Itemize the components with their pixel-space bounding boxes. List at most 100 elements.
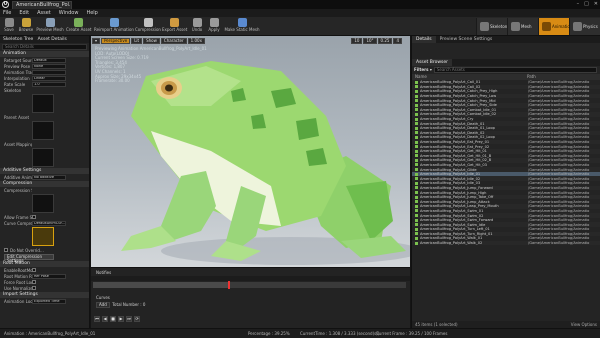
curve-compression-thumbnail[interactable] <box>32 227 54 246</box>
asset-row[interactable]: AmericanBullfrog_PolyArt_Catch_Prey_Side… <box>412 102 600 108</box>
asset-row[interactable]: AmericanBullfrog_PolyArt_Swim_Idle/Game/… <box>412 222 600 227</box>
curves-track[interactable]: Curves <box>91 295 410 301</box>
asset-row[interactable]: AmericanBullfrog_PolyArt_Leap_Prey_Mouth… <box>412 204 600 209</box>
minimize-icon[interactable]: – <box>577 1 580 7</box>
export-asset-button[interactable]: Export Asset <box>162 18 187 35</box>
stop-icon[interactable]: ■ <box>110 316 116 322</box>
asset-row[interactable]: AmericanBullfrog_PolyArt_Get_Hit_01/Game… <box>412 148 600 154</box>
preview-mesh-button[interactable]: Preview Mesh <box>36 18 64 35</box>
skip-start-icon[interactable]: ⏮ <box>94 316 100 322</box>
character-button[interactable]: Character <box>160 38 187 44</box>
undo-button[interactable]: Undo <box>189 18 205 35</box>
browse-button[interactable]: Browse <box>17 18 35 35</box>
asset-row[interactable]: AmericanBullfrog_PolyArt_Combat_Idle_01 /… <box>412 108 600 113</box>
asset-row[interactable]: AmericanBullfrog_PolyArt_Death_01_Loop/G… <box>412 126 600 131</box>
mode-mesh[interactable]: Mesh <box>507 18 538 35</box>
maximize-icon[interactable]: □ <box>584 1 589 7</box>
asset-row[interactable]: AmericanBullfrog_PolyArt_Get_Hit_01_B/Ga… <box>412 154 600 159</box>
asset-row[interactable]: AmericanBullfrog_PolyArt_Jump_High/Game/… <box>412 190 600 195</box>
create-asset-button[interactable]: Create Asset <box>66 18 92 35</box>
preview-viewport[interactable]: ▾ Perspective Lit Show Character 1.00x 1… <box>91 36 410 267</box>
tab-skeleton-tree[interactable]: Skeleton Tree <box>3 37 33 42</box>
tab-preview-scene-settings[interactable]: Preview Scene Settings <box>436 36 497 43</box>
perspective-button[interactable]: Perspective <box>101 38 131 44</box>
tab-details[interactable]: Details <box>412 36 436 43</box>
compression-thumbnail[interactable] <box>32 194 54 213</box>
asset-row[interactable]: AmericanBullfrog_PolyArt_Get_Hit_03/Game… <box>412 163 600 168</box>
enable-root-motion-checkbox[interactable] <box>32 268 36 272</box>
asset-row[interactable]: AmericanBullfrog_PolyArt_Walk_02/Game/Am… <box>412 240 600 246</box>
mode-physics[interactable]: Physics <box>569 18 600 35</box>
skip-end-icon[interactable]: ⏭ <box>126 316 132 322</box>
asset-row[interactable]: AmericanBullfrog_PolyArt_Idle_03/Game/Am… <box>412 181 600 186</box>
mode-skeleton[interactable]: Skeleton <box>476 18 507 35</box>
camera-speed-button[interactable]: 4 <box>393 38 402 44</box>
loop-icon[interactable]: ⟳ <box>134 316 140 322</box>
asset-mapping-thumbnail[interactable] <box>32 148 54 167</box>
grid-snap-button[interactable]: 10 <box>351 38 363 44</box>
tab-asset-details[interactable]: Asset Details <box>38 37 67 42</box>
asset-row[interactable]: AmericanBullfrog_PolyArt_Swim_02/Game/Am… <box>412 213 600 218</box>
asset-row[interactable]: AmericanBullfrog_PolyArt_Catch_Prey_Low /… <box>412 93 600 99</box>
compression-button[interactable]: Compression <box>135 18 161 35</box>
asset-row[interactable]: AmericanBullfrog_PolyArt_Eat_Prey_02/Gam… <box>412 144 600 149</box>
tab-asset-browser[interactable]: Asset Browser <box>412 59 452 66</box>
asset-row[interactable]: AmericanBullfrog_PolyArt_Glide/Game/Amer… <box>412 167 600 172</box>
play-icon[interactable]: ▶ <box>118 316 124 322</box>
asset-row[interactable]: AmericanBullfrog_PolyArt_Call_02/Game/Am… <box>412 84 600 90</box>
asset-row[interactable]: AmericanBullfrog_PolyArt_Turn_Left_01/Ga… <box>412 227 600 232</box>
skeleton-thumbnail[interactable] <box>32 94 54 113</box>
menu-file[interactable]: File <box>3 10 11 16</box>
force-root-lock-checkbox[interactable] <box>32 280 36 284</box>
asset-row[interactable]: AmericanBullfrog_PolyArt_Jump_Attack/Gam… <box>412 199 600 204</box>
asset-search-input[interactable]: Search Assets <box>433 67 597 73</box>
asset-row[interactable]: AmericanBullfrog_PolyArt_Death_02_Loop/G… <box>412 135 600 140</box>
asset-row[interactable]: AmericanBullfrog_PolyArt_Call_01/Game/Am… <box>412 80 600 85</box>
asset-row[interactable]: AmericanBullfrog_PolyArt_Death_02/Game/A… <box>412 130 600 136</box>
menu-help[interactable]: Help <box>86 10 97 16</box>
mode-animation[interactable]: Animation <box>538 18 572 35</box>
timeline-scrub-bar[interactable] <box>93 281 406 289</box>
do-not-override-checkbox[interactable] <box>4 248 8 252</box>
asset-row[interactable]: AmericanBullfrog_PolyArt_Cry/Game/Americ… <box>412 117 600 122</box>
asset-row[interactable]: AmericanBullfrog_PolyArt_Death_01/Game/A… <box>412 121 600 126</box>
use-normalized-checkbox[interactable] <box>32 286 36 290</box>
asset-row[interactable]: AmericanBullfrog_PolyArt_Catch_Prey_High… <box>412 89 600 94</box>
lit-button[interactable]: Lit <box>131 38 143 44</box>
menu-window[interactable]: Window <box>59 10 79 16</box>
viewport-options-button[interactable]: ▾ <box>92 38 101 44</box>
asset-row[interactable]: AmericanBullfrog_PolyArt_Catch_Prey_Mid /… <box>412 98 600 103</box>
asset-row[interactable]: AmericanBullfrog_PolyArt_Get_Hit_02_B/Ga… <box>412 158 600 163</box>
reimport-animation-button[interactable]: Reimport Animation <box>94 18 134 35</box>
asset-row[interactable]: AmericanBullfrog_PolyArt_Eat_Prey_01/Gam… <box>412 139 600 145</box>
show-button[interactable]: Show <box>143 38 160 44</box>
scale-snap-button[interactable]: 0.25 <box>377 38 393 44</box>
asset-row[interactable]: AmericanBullfrog_PolyArt_Walk_01/Game/Am… <box>412 236 600 241</box>
document-tab[interactable]: AmericanBullfrog_Pol… <box>12 1 72 9</box>
asset-row[interactable]: AmericanBullfrog_PolyArt_Swim_Forward/Ga… <box>412 218 600 223</box>
asset-row[interactable]: AmericanBullfrog_PolyArt_Idle_02/Game/Am… <box>412 176 600 182</box>
details-search-input[interactable]: Search Details <box>2 44 87 50</box>
rotation-snap-button[interactable]: 10° <box>363 38 377 44</box>
asset-row[interactable]: AmericanBullfrog_PolyArt_Idle_01/Game/Am… <box>412 171 600 177</box>
step-back-icon[interactable]: ◀ <box>102 316 108 322</box>
asset-row[interactable]: AmericanBullfrog_PolyArt_Turn_Right_01/G… <box>412 231 600 237</box>
menu-edit[interactable]: Edit <box>19 10 29 16</box>
asset-row[interactable]: AmericanBullfrog_PolyArt_Combat_Idle_02 /… <box>412 112 600 117</box>
allow-frame-checkbox[interactable] <box>32 215 36 219</box>
view-options-button[interactable]: View Options <box>571 321 597 328</box>
playhead-marker[interactable] <box>228 281 230 289</box>
notifies-lane[interactable] <box>91 276 410 281</box>
save-button[interactable]: Save <box>2 18 16 35</box>
edit-compression-settings-button[interactable]: Edit Compression Settings <box>4 254 54 263</box>
parent-asset-thumbnail[interactable] <box>32 121 54 140</box>
filters-button[interactable]: Filters ▾ <box>414 67 432 73</box>
playback-speed-button[interactable]: 1.00x <box>187 38 205 44</box>
asset-row[interactable]: AmericanBullfrog_PolyArt_Jump_Take_Off/G… <box>412 194 600 200</box>
make-static-mesh-button[interactable]: Make Static Mesh <box>224 18 260 35</box>
apply-button[interactable]: Apply <box>206 18 222 35</box>
menu-asset[interactable]: Asset <box>37 10 51 16</box>
close-icon[interactable]: ✕ <box>594 1 598 7</box>
asset-row[interactable]: AmericanBullfrog_PolyArt_Swim_01/Game/Am… <box>412 209 600 214</box>
add-curve-button[interactable]: Add <box>96 302 110 308</box>
